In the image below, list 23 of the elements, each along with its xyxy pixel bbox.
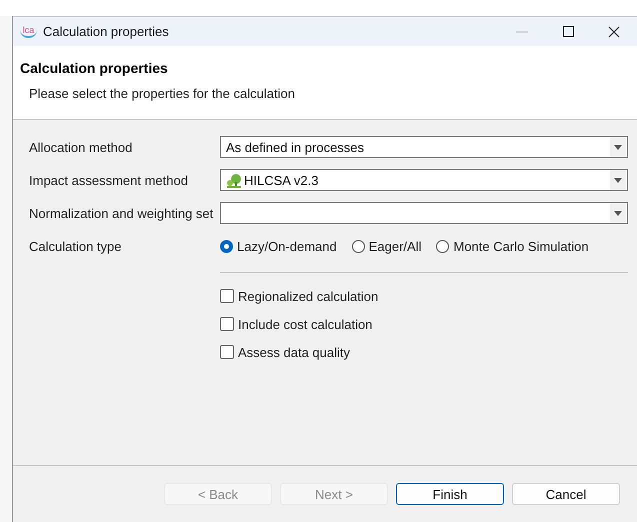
page-description: Please select the properties for the calculation: [29, 86, 296, 101]
window-title: Calculation properties: [43, 24, 170, 39]
radio-option[interactable]: Monte Carlo Simulation: [436, 238, 589, 254]
radio-option[interactable]: Eager/All: [352, 238, 422, 254]
checkbox-option[interactable]: Assess data quality: [220, 343, 628, 361]
field-label: Calculation type: [29, 238, 122, 254]
close-icon: [608, 26, 620, 38]
page-title: Calculation properties: [20, 60, 169, 76]
dialog-button[interactable]: Finish: [396, 483, 504, 505]
field-label: Normalization and weighting set: [29, 206, 214, 220]
radio-option[interactable]: Lazy/On-demand: [220, 238, 337, 254]
dialog-button[interactable]: Cancel: [512, 483, 620, 505]
dropdown-field[interactable]: As defined in processes: [220, 136, 628, 158]
maximize-icon: [562, 26, 574, 37]
checkbox-option[interactable]: Regionalized calculation: [220, 287, 628, 305]
tree-icon: [226, 172, 242, 188]
checkbox-option[interactable]: Include cost calculation: [220, 315, 628, 333]
minimize-icon: [516, 30, 528, 32]
app-logo: lca: [20, 26, 37, 38]
field-label: Allocation method: [29, 140, 134, 154]
dropdown-field[interactable]: [220, 202, 628, 224]
dropdown-field[interactable]: HILCSA v2.3: [220, 169, 628, 191]
field-label: Impact assessment method: [29, 172, 189, 188]
